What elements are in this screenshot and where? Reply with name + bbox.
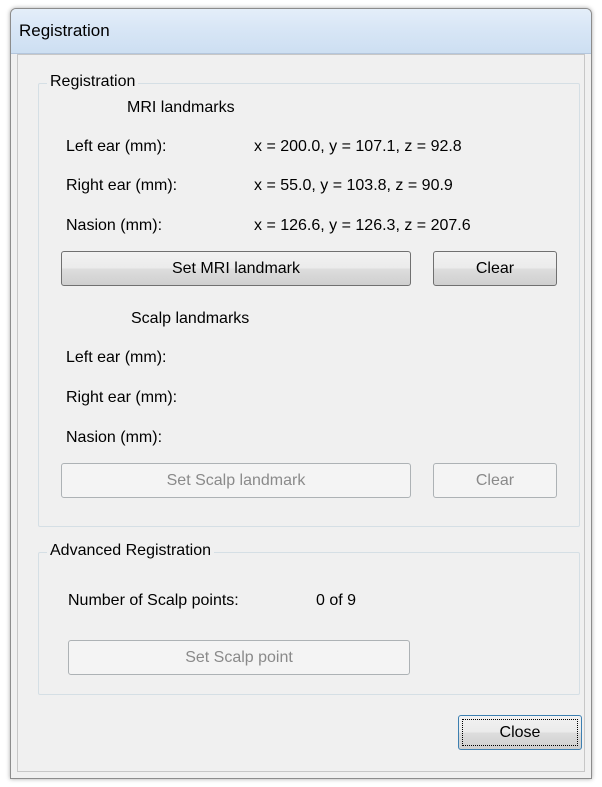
mri-nasion-label: Nasion (mm): [66, 217, 163, 234]
clear-scalp-button[interactable]: Clear [433, 463, 557, 498]
scalp-points-value: 0 of 9 [316, 592, 357, 609]
dialog-client-area: Registration MRI landmarks Left ear (mm)… [17, 54, 585, 772]
registration-dialog: Registration Registration MRI landmarks … [10, 8, 592, 779]
mri-left-ear-label: Left ear (mm): [66, 138, 167, 155]
mri-left-ear-value: x = 200.0, y = 107.1, z = 92.8 [254, 138, 462, 155]
scalp-points-label: Number of Scalp points: [68, 592, 239, 609]
title-bar[interactable]: Registration [11, 9, 591, 54]
scalp-right-ear-label: Right ear (mm): [66, 389, 178, 406]
set-scalp-landmark-button[interactable]: Set Scalp landmark [61, 463, 411, 498]
scalp-nasion-label: Nasion (mm): [66, 429, 163, 446]
close-button[interactable]: Close [458, 715, 582, 750]
set-scalp-point-button[interactable]: Set Scalp point [68, 640, 410, 675]
set-mri-landmark-button[interactable]: Set MRI landmark [61, 251, 411, 286]
registration-group: Registration MRI landmarks Left ear (mm)… [38, 73, 580, 527]
mri-right-ear-value: x = 55.0, y = 103.8, z = 90.9 [254, 177, 453, 194]
scalp-landmarks-heading: Scalp landmarks [131, 310, 250, 327]
focus-rectangle [462, 719, 578, 746]
scalp-left-ear-label: Left ear (mm): [66, 349, 167, 366]
registration-group-legend: Registration [47, 73, 139, 91]
advanced-registration-group: Advanced Registration Number of Scalp po… [38, 542, 580, 695]
mri-right-ear-label: Right ear (mm): [66, 177, 178, 194]
mri-nasion-value: x = 126.6, y = 126.3, z = 207.6 [254, 217, 471, 234]
clear-mri-button[interactable]: Clear [433, 251, 557, 286]
mri-landmarks-heading: MRI landmarks [127, 99, 235, 116]
advanced-registration-legend: Advanced Registration [47, 542, 214, 560]
window-title: Registration [19, 21, 110, 40]
